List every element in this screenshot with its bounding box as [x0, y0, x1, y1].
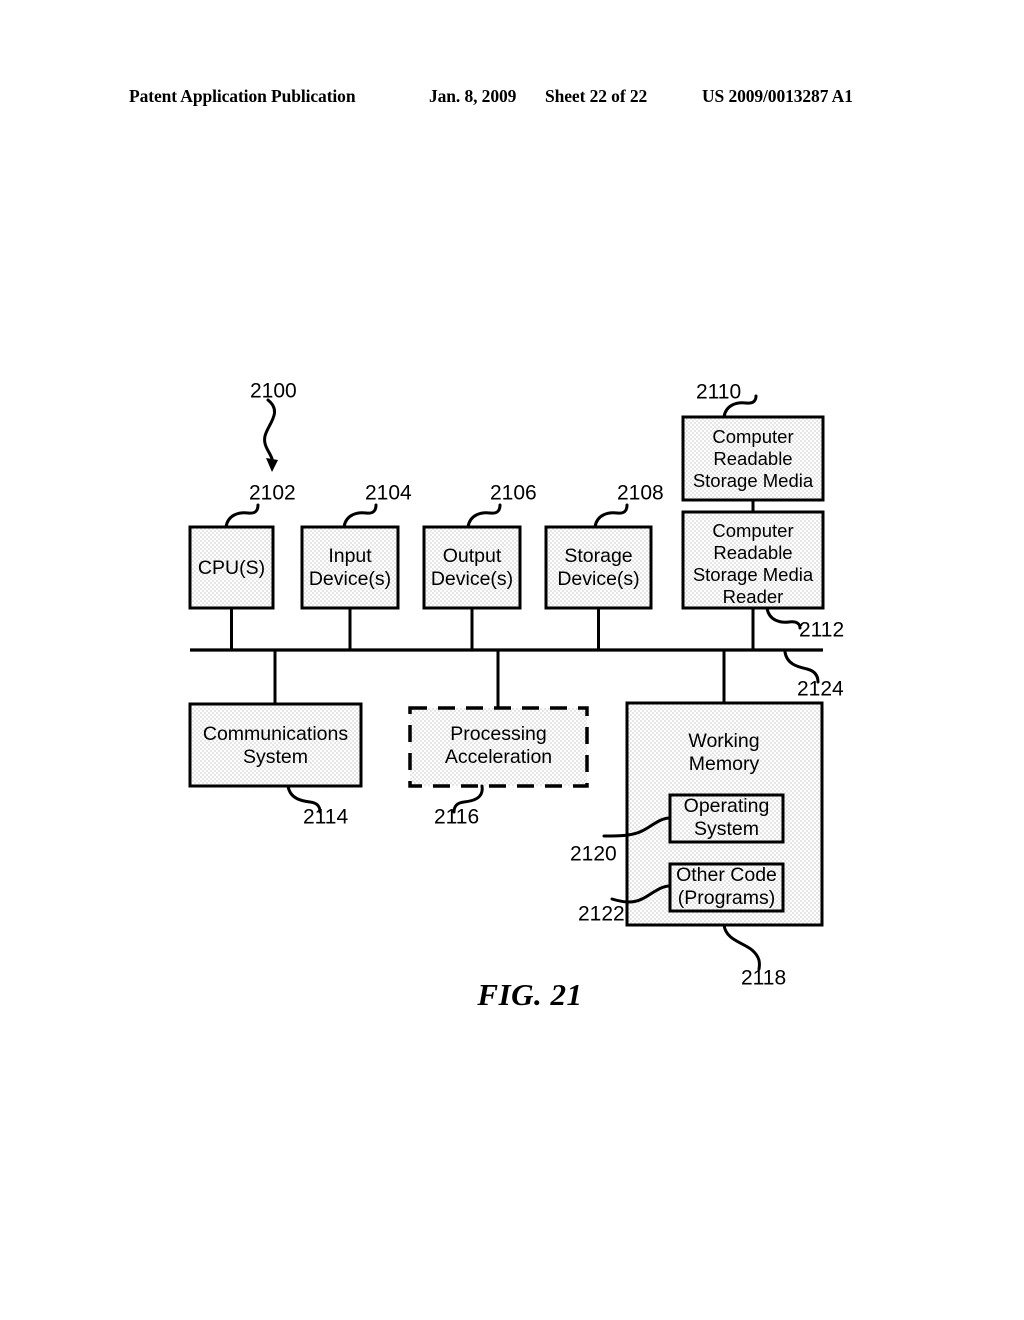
- ref-2100-label: 2100: [250, 380, 297, 403]
- box-storage-media-reader-label-line1: Computer: [712, 520, 793, 541]
- box-storage-device-label-line1: Storage: [564, 545, 632, 567]
- box-storage-media-label-line3: Storage Media: [693, 470, 814, 491]
- ref-2108-label: 2108: [617, 482, 664, 505]
- ref-2110: 2110: [696, 381, 758, 419]
- box-computer-readable-storage-media-reader: Computer Readable Storage Media Reader: [681, 510, 825, 610]
- box-working-memory-label-line1: Working: [688, 730, 759, 752]
- ref-2104: 2104: [342, 482, 412, 529]
- ref-2116-label: 2116: [434, 806, 479, 829]
- ref-2108-leader: [593, 503, 629, 529]
- figure-21-diagram: CPU(S) Input Device(s) Output Device(s) …: [0, 0, 1024, 1320]
- ref-2108: 2108: [593, 482, 664, 529]
- box-cpu: CPU(S): [188, 525, 275, 610]
- box-operating-system-label-line2: System: [694, 818, 759, 840]
- box-working-memory-label-line2: Memory: [689, 753, 760, 775]
- box-output-device: Output Device(s): [422, 525, 522, 610]
- box-cpu-label: CPU(S): [198, 557, 265, 579]
- box-communications-system: Communications System: [188, 702, 363, 788]
- ref-2112-leader: [765, 606, 802, 630]
- ref-2100-leader: [263, 398, 276, 469]
- box-operating-system-label-line1: Operating: [684, 795, 770, 817]
- box-input-device-label-line2: Device(s): [309, 568, 391, 590]
- box-processing-acceleration-label-line1: Processing: [450, 723, 546, 745]
- ref-2114-label: 2114: [303, 806, 348, 829]
- box-storage-media-reader-label-line4: Reader: [723, 586, 784, 607]
- ref-2104-label: 2104: [365, 482, 412, 505]
- box-processing-acceleration: Processing Acceleration: [408, 706, 589, 788]
- box-output-device-label-line2: Device(s): [431, 568, 513, 590]
- ref-2102-label: 2102: [249, 482, 296, 505]
- ref-2102: 2102: [224, 482, 296, 529]
- box-storage-media-reader-label-line3: Storage Media: [693, 564, 814, 585]
- box-other-code-label-line2: (Programs): [678, 887, 776, 909]
- ref-2112-label: 2112: [799, 619, 844, 642]
- box-computer-readable-storage-media: Computer Readable Storage Media: [681, 415, 825, 502]
- box-communications-system-label-line1: Communications: [203, 723, 348, 745]
- box-input-device: Input Device(s): [300, 525, 400, 610]
- ref-2104-leader: [342, 503, 378, 529]
- ref-2116: 2116: [434, 784, 484, 829]
- ref-2100-arrowhead: [266, 458, 278, 472]
- ref-2102-leader: [224, 503, 260, 529]
- ref-2124: 2124: [783, 650, 844, 701]
- box-other-code-label-line1: Other Code: [676, 864, 777, 886]
- ref-2112: 2112: [765, 606, 844, 642]
- box-output-device-label-line1: Output: [443, 545, 502, 567]
- box-processing-acceleration-label-line2: Acceleration: [445, 746, 552, 768]
- ref-2114: 2114: [286, 784, 348, 829]
- ref-2120-label: 2120: [570, 843, 617, 866]
- box-operating-system: Operating System: [668, 793, 785, 844]
- box-input-device-label-line1: Input: [328, 545, 372, 567]
- ref-2106: 2106: [466, 482, 537, 529]
- ref-2118-label: 2118: [741, 967, 786, 990]
- box-storage-device-label-line2: Device(s): [557, 568, 639, 590]
- box-storage-device: Storage Device(s): [544, 525, 653, 610]
- ref-2110-label: 2110: [696, 381, 741, 404]
- box-other-code: Other Code (Programs): [668, 862, 785, 913]
- box-storage-media-reader-label-line2: Readable: [713, 542, 792, 563]
- ref-2100: 2100: [250, 380, 297, 472]
- box-storage-media-label-line1: Computer: [712, 426, 793, 447]
- figure-caption: FIG. 21: [476, 977, 582, 1012]
- ref-2106-leader: [466, 503, 502, 529]
- ref-2122-label: 2122: [578, 903, 625, 926]
- ref-2118: 2118: [722, 923, 786, 990]
- ref-2124-label: 2124: [797, 678, 844, 701]
- patent-page: Patent Application Publication Jan. 8, 2…: [0, 0, 1024, 1320]
- ref-2118-leader: [722, 923, 761, 971]
- box-storage-media-label-line2: Readable: [713, 448, 792, 469]
- box-communications-system-label-line2: System: [243, 746, 308, 768]
- ref-2106-label: 2106: [490, 482, 537, 505]
